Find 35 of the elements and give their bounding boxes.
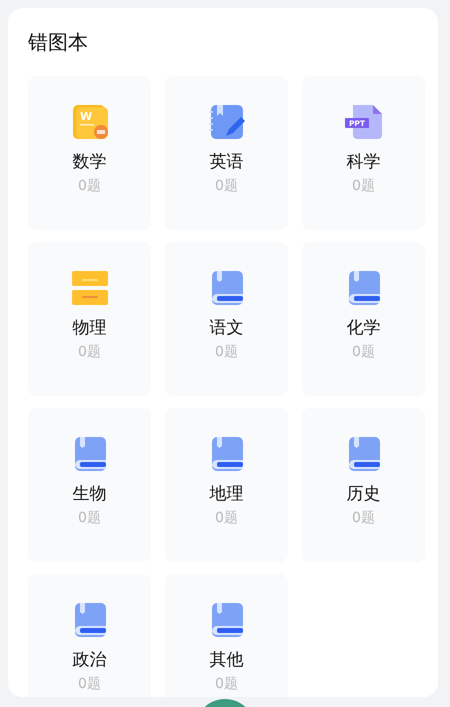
- question-count: 0题: [78, 675, 101, 693]
- question-count: 0题: [352, 177, 375, 195]
- question-count: 0题: [78, 509, 101, 527]
- subject-tile[interactable]: 生物 0题: [28, 408, 151, 562]
- subject-name: 科学: [346, 151, 380, 173]
- question-count: 0题: [352, 509, 375, 527]
- subject-tile[interactable]: 其他 0题: [165, 574, 288, 697]
- subject-tile[interactable]: 地理 0题: [165, 408, 288, 562]
- subject-name: 其他: [210, 649, 244, 671]
- question-count: 0题: [215, 675, 238, 693]
- subject-name: 数学: [72, 151, 106, 173]
- question-count: 0题: [215, 177, 238, 195]
- question-count: 0题: [352, 343, 375, 361]
- subject-name: 生物: [72, 483, 106, 505]
- subject-name: 英语: [210, 151, 244, 173]
- subject-name: 化学: [346, 317, 380, 339]
- subject-name: 物理: [72, 317, 106, 339]
- subject-tile[interactable]: 历史 0题: [302, 408, 425, 562]
- subject-tile[interactable]: 语文 0题: [165, 242, 288, 396]
- page-title: 错图本: [28, 32, 89, 52]
- subject-tile[interactable]: 物理 0题: [28, 242, 151, 396]
- question-count: 0题: [78, 343, 101, 361]
- question-count: 0题: [215, 343, 238, 361]
- subject-name: 语文: [210, 317, 244, 339]
- subject-name: 地理: [210, 483, 244, 505]
- notebook-icon: [208, 103, 246, 141]
- subject-tile[interactable]: W 数学 0题: [28, 76, 151, 230]
- subject-name: 历史: [346, 483, 380, 505]
- subject-tile[interactable]: 英语 0题: [165, 76, 288, 230]
- subject-tile[interactable]: 政治 0题: [28, 574, 151, 697]
- drawer-icon: [70, 269, 108, 307]
- subject-name: 政治: [72, 649, 106, 671]
- question-count: 0题: [78, 177, 101, 195]
- subject-tile[interactable]: 化学 0题: [302, 242, 425, 396]
- question-count: 0题: [215, 509, 238, 527]
